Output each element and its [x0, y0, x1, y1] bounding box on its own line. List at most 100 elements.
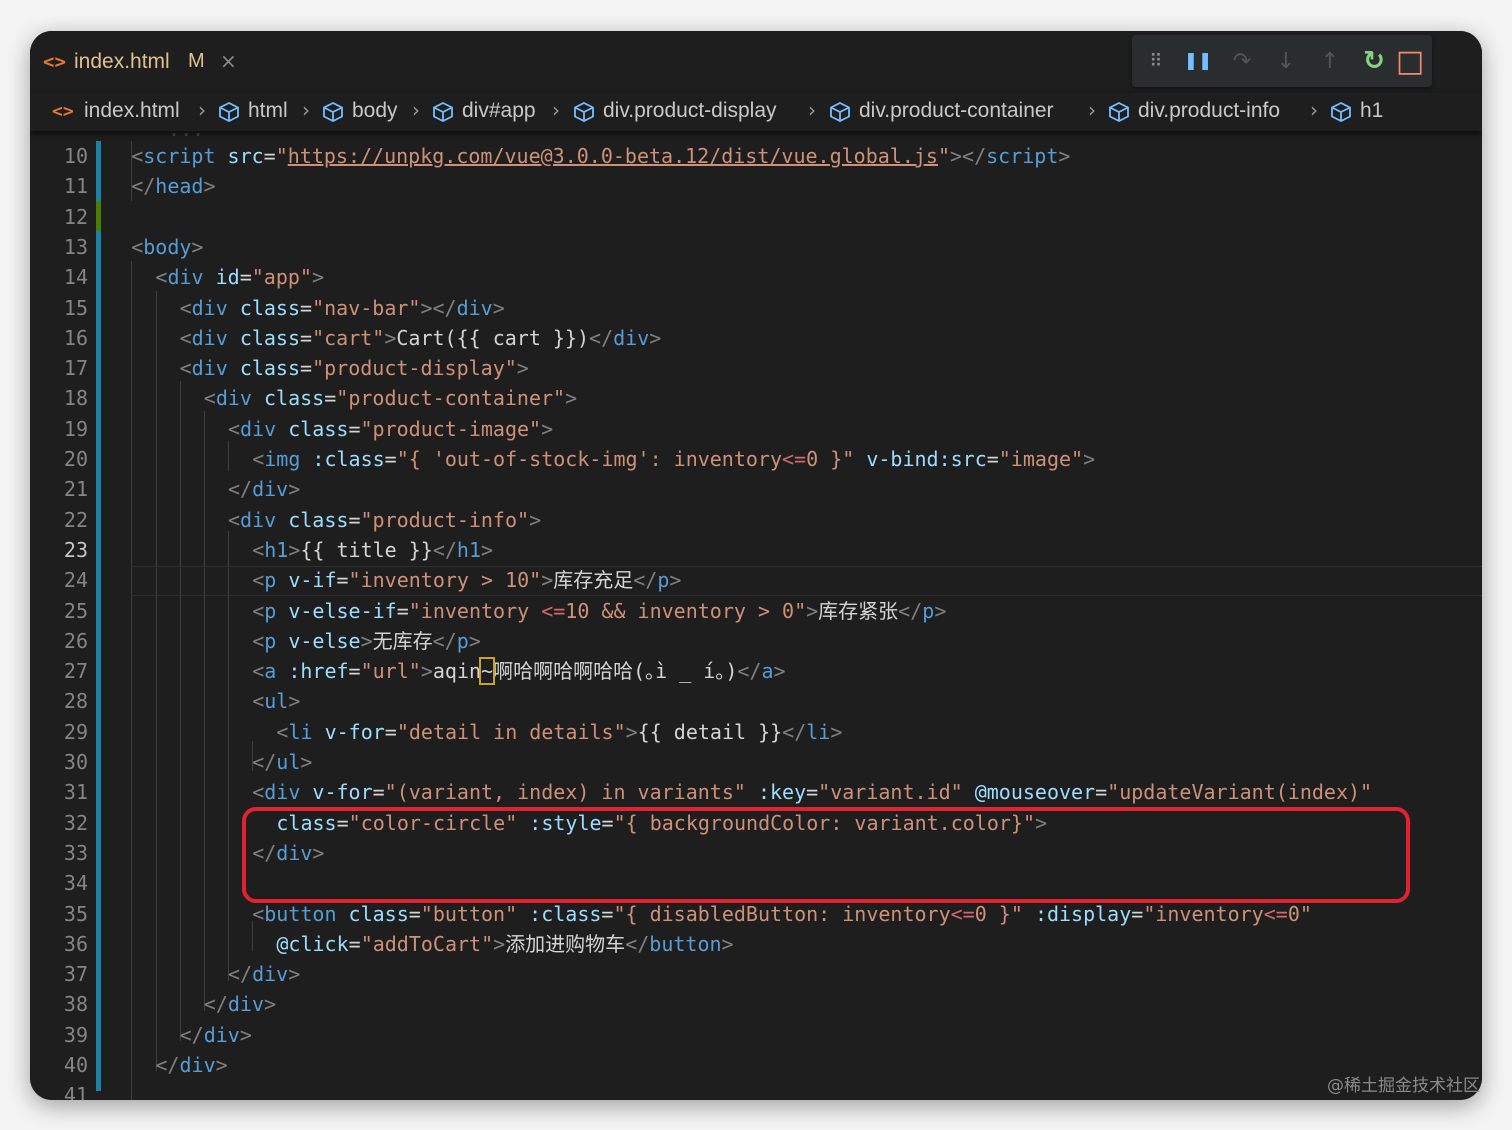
code-token: button — [264, 901, 337, 926]
tab-label[interactable]: index.html — [74, 50, 170, 74]
code-token: < — [252, 628, 265, 653]
breadcrumb-item-div-product-display[interactable]: div.product-display — [603, 99, 777, 125]
element-cube-icon — [830, 101, 850, 123]
line-number: 16 — [63, 325, 88, 350]
line-number: 14 — [63, 265, 88, 290]
code-line[interactable]: 17 <div class="product-display"> — [30, 353, 1482, 383]
code-token: 库存充足 — [553, 568, 634, 593]
code-line[interactable]: 16 <div class="cart">Cart({{ cart }})</di… — [30, 323, 1482, 353]
drag-handle-icon[interactable]: ⠿ — [1136, 35, 1176, 87]
line-number: 26 — [63, 628, 88, 653]
code-token: 0 }" — [974, 901, 1023, 926]
breadcrumb-item-body[interactable]: body — [352, 99, 398, 125]
code-line[interactable]: 24 <p v-if="inventory > 10">库存充足</p> — [30, 565, 1482, 595]
code-token: </ — [625, 931, 650, 956]
code-line[interactable]: 40 </div> — [30, 1050, 1482, 1080]
code-line[interactable]: 12 — [30, 202, 1482, 232]
code-line[interactable]: 41 — [30, 1080, 1482, 1100]
code-token: 无库存 — [372, 628, 433, 653]
code-line[interactable]: 10 <script src="https://unpkg.com/vue@3.0… — [30, 141, 1482, 171]
code-line[interactable]: 19 <div class="product-image"> — [30, 414, 1482, 444]
code-token: 10 && inventory > 0" — [565, 598, 807, 623]
code-token: button — [649, 931, 722, 956]
code-token: = — [263, 144, 276, 168]
code-token: "product-image" — [360, 416, 542, 441]
breadcrumb-item-div-app[interactable]: div#app — [462, 99, 536, 125]
code-line[interactable]: 27 <a :href="url">aqin~啊哈啊哈啊哈哈(｡ì _ í｡)</… — [30, 656, 1482, 686]
line-number: 28 — [63, 689, 88, 714]
code-line[interactable]: 25 <p v-else-if="inventory <=10 && invent… — [30, 596, 1482, 626]
code-line[interactable]: 39 </div> — [30, 1020, 1482, 1050]
line-number: 13 — [63, 234, 88, 259]
code-line[interactable]: 37 </div> — [30, 959, 1482, 989]
line-number: 17 — [63, 356, 88, 381]
breadcrumb-item-index-html[interactable]: index.html — [84, 99, 180, 125]
code-token: "{ 'out-of-stock-img': inventory — [396, 447, 783, 471]
code-token: class — [288, 416, 349, 441]
code-token: v-else — [288, 628, 361, 653]
code-line[interactable]: 28 <ul> — [30, 686, 1482, 716]
code-line[interactable]: 18 <div class="product-container"> — [30, 383, 1482, 413]
code-token: > — [541, 568, 554, 593]
code-text: <h1>{{ title }}</h1> — [252, 535, 493, 565]
code-line[interactable]: 11 </head> — [30, 171, 1482, 201]
restart-icon[interactable]: ↻ — [1354, 35, 1394, 87]
code-token: a — [264, 659, 277, 684]
code-line[interactable]: 22 <div class="product-info"> — [30, 505, 1482, 535]
breadcrumb-item-div-product-info[interactable]: div.product-info — [1138, 99, 1280, 125]
code-text: <p v-if="inventory > 10">库存充足</p> — [252, 565, 681, 595]
code-line[interactable]: 36 @click="addToCart">添加进购物车</button> — [30, 929, 1482, 959]
code-token: > — [493, 931, 506, 956]
code-token: > — [288, 689, 301, 714]
code-line[interactable]: 21 </div> — [30, 474, 1482, 504]
code-line[interactable]: 30 </ul> — [30, 747, 1482, 777]
code-line[interactable]: 29 <li v-for="detail in details">{{ detai… — [30, 717, 1482, 747]
code-line[interactable]: 31 <div v-for="(variant, index) in varian… — [30, 777, 1482, 807]
tab-index-html[interactable]: <> index.html M × — [30, 31, 250, 93]
stop-icon[interactable]: □ — [1390, 35, 1430, 87]
code-token: = — [384, 447, 397, 471]
step-out-icon[interactable]: ↑ — [1310, 35, 1350, 87]
code-text: </ul> — [252, 747, 312, 777]
code-token: p — [264, 628, 277, 653]
code-token: < — [252, 780, 265, 805]
pause-icon[interactable]: ❚❚ — [1178, 35, 1218, 87]
code-token: > — [481, 537, 494, 562]
code-token: > — [934, 598, 947, 623]
code-line[interactable]: 20 <img :class="{ 'out-of-stock-img': inv… — [30, 444, 1482, 474]
code-line[interactable]: 26 <p v-else>无库存</p> — [30, 626, 1482, 656]
element-cube-icon — [323, 101, 343, 123]
line-number: 30 — [63, 750, 88, 774]
code-line[interactable]: 13 <body> — [30, 232, 1482, 262]
code-line[interactable]: 35 <button class="button" :class="{ disab… — [30, 899, 1482, 929]
breadcrumb-item-h1[interactable]: h1 — [1360, 99, 1383, 125]
code-line[interactable]: 14 <div id="app"> — [30, 262, 1482, 292]
code-token: < — [252, 447, 265, 471]
line-number: 10 — [63, 144, 88, 168]
step-into-icon[interactable]: ↓ — [1266, 35, 1306, 87]
code-text: <img :class="{ 'out-of-stock-img': inven… — [252, 444, 1095, 474]
code-token: > — [773, 659, 786, 684]
chevron-right-icon: › — [808, 98, 816, 122]
code-token: div — [456, 295, 493, 320]
breadcrumb-item-html[interactable]: html — [248, 99, 288, 125]
code-text: <body> — [131, 232, 203, 262]
code-line[interactable]: 15 <div class="nav-bar"></div> — [30, 293, 1482, 323]
element-cube-icon — [574, 101, 594, 123]
modified-badge: M — [188, 50, 205, 72]
code-line[interactable]: 23 <h1>{{ title }}</h1> — [30, 535, 1482, 565]
code-token: {{ title }} — [300, 537, 433, 562]
breadcrumb-item-div-product-container[interactable]: div.product-container — [859, 99, 1054, 125]
code-token: > — [721, 931, 734, 956]
step-over-icon[interactable]: ↷ — [1222, 35, 1262, 87]
code-editor[interactable]: 10 <script src="https://unpkg.com/vue@3.0… — [30, 131, 1482, 1100]
code-token: > — [669, 568, 682, 593]
code-line[interactable]: 38 </div> — [30, 989, 1482, 1019]
close-icon[interactable]: × — [220, 49, 237, 73]
line-number: 20 — [63, 447, 88, 471]
